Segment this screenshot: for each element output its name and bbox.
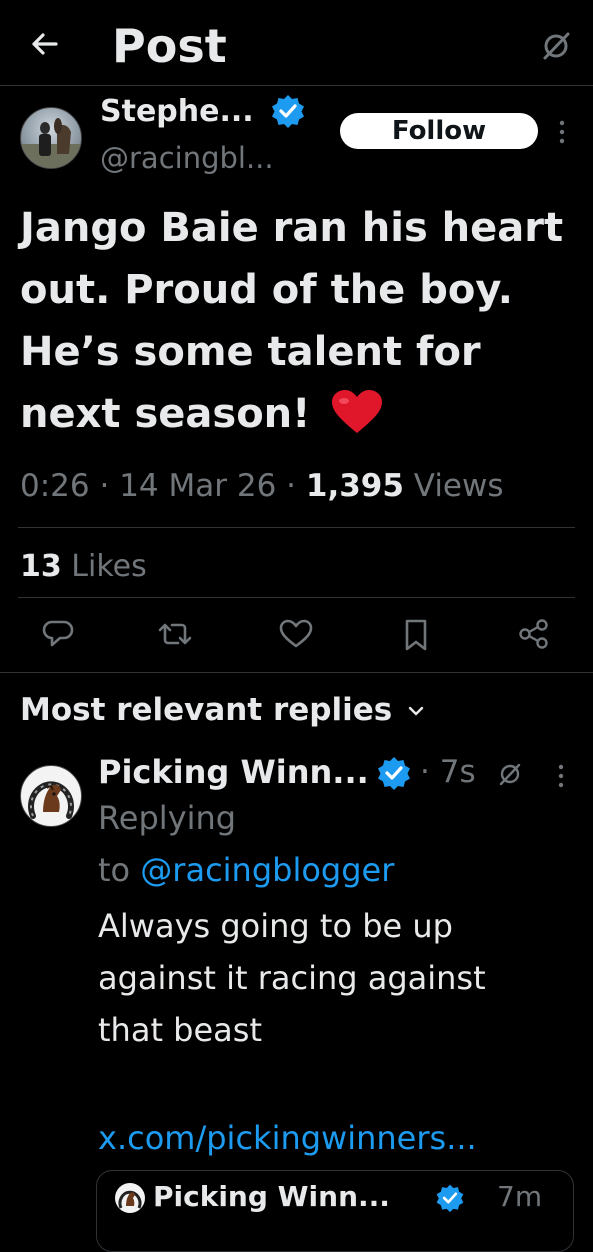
verified-badge-icon xyxy=(376,755,412,791)
reply-timestamp: 7s xyxy=(439,754,476,790)
replies-sort-label: Most relevant replies xyxy=(20,692,393,728)
reply-dot: · xyxy=(420,754,430,790)
like-button[interactable] xyxy=(279,618,313,650)
post-text-line-last: next season! xyxy=(20,383,563,445)
replying-label: Replying xyxy=(98,799,237,837)
back-button[interactable] xyxy=(26,26,62,62)
post-text: Jango Baie ran his heart out. Proud of t… xyxy=(20,197,563,445)
author-avatar[interactable] xyxy=(20,107,82,169)
replies-sort-dropdown[interactable]: Most relevant replies xyxy=(20,688,425,732)
quoted-author-name: Picking Winn... xyxy=(153,1180,390,1213)
post-time: 0:26 xyxy=(20,468,90,504)
reply-text-line: against it racing against xyxy=(98,959,486,997)
verified-badge-icon xyxy=(270,93,306,129)
post-text-line: next season! xyxy=(20,391,311,437)
post-date: 14 Mar 26 xyxy=(119,468,277,504)
heart-emoji-icon xyxy=(332,390,383,433)
header-divider xyxy=(0,85,593,86)
likes-label: Likes xyxy=(71,549,147,584)
avatar-photo-icon xyxy=(21,118,81,168)
reply-text: Always going to be up against it racing … xyxy=(98,900,486,1056)
repost-icon xyxy=(158,623,192,645)
share-button[interactable] xyxy=(518,618,550,650)
repost-button[interactable] xyxy=(158,618,192,650)
horseshoe-logo-icon xyxy=(118,1190,142,1209)
replying-to-label: to xyxy=(98,851,131,889)
author-handle[interactable]: @racingbl... xyxy=(100,138,274,178)
reply-text-line: that beast xyxy=(98,1011,262,1049)
likes-stat[interactable]: 13 Likes xyxy=(20,546,147,588)
reply-link[interactable]: x.com/pickingwinners... xyxy=(98,1116,477,1160)
heart-outline-icon xyxy=(279,619,313,648)
meta-divider xyxy=(18,527,575,528)
share-icon xyxy=(519,619,548,649)
reply-more-options-icon[interactable] xyxy=(555,762,567,790)
quoted-time: 7m xyxy=(497,1180,543,1213)
reply-author-name[interactable]: Picking Winn... xyxy=(98,750,369,794)
reply-avatar[interactable] xyxy=(20,765,82,827)
replying-to: to @racingblogger xyxy=(98,848,394,892)
no-circle-icon xyxy=(496,760,524,788)
quoted-post-card[interactable]: Picking Winn... 7m xyxy=(96,1170,574,1252)
reply-icon xyxy=(42,620,74,647)
meta-separator: · xyxy=(99,468,110,504)
post-text-line: Jango Baie ran his heart xyxy=(20,205,564,251)
horseshoe-logo-icon xyxy=(28,781,74,819)
follow-button[interactable]: Follow xyxy=(340,113,538,149)
meta-separator: · xyxy=(286,468,297,504)
post-meta: 0:26 · 14 Mar 26 · 1,395 Views xyxy=(20,464,504,508)
actions-divider xyxy=(0,672,593,673)
post-text-line: out. Proud of the boy. xyxy=(20,267,513,313)
views-count: 1,395 xyxy=(305,468,404,504)
views-label: Views xyxy=(413,468,504,504)
reply-time: · 7s xyxy=(420,750,476,794)
post-text-line: He’s some talent for xyxy=(20,329,481,375)
reply-text-line: Always going to be up xyxy=(98,907,453,945)
bookmark-icon xyxy=(405,619,427,651)
bookmark-button[interactable] xyxy=(403,618,429,652)
page-title: Post xyxy=(112,19,227,73)
chevron-down-icon xyxy=(408,706,424,716)
verified-badge-icon xyxy=(435,1183,465,1213)
quoted-avatar xyxy=(115,1183,145,1213)
reply-button[interactable] xyxy=(42,618,74,650)
more-options-icon[interactable] xyxy=(556,118,568,146)
likes-count: 13 xyxy=(20,549,62,584)
no-circle-icon xyxy=(538,28,574,64)
replying-to-handle[interactable]: @racingblogger xyxy=(140,851,394,889)
likes-divider xyxy=(18,597,575,598)
author-name[interactable]: Stephe... xyxy=(100,92,254,132)
arrow-left-icon xyxy=(32,33,58,55)
